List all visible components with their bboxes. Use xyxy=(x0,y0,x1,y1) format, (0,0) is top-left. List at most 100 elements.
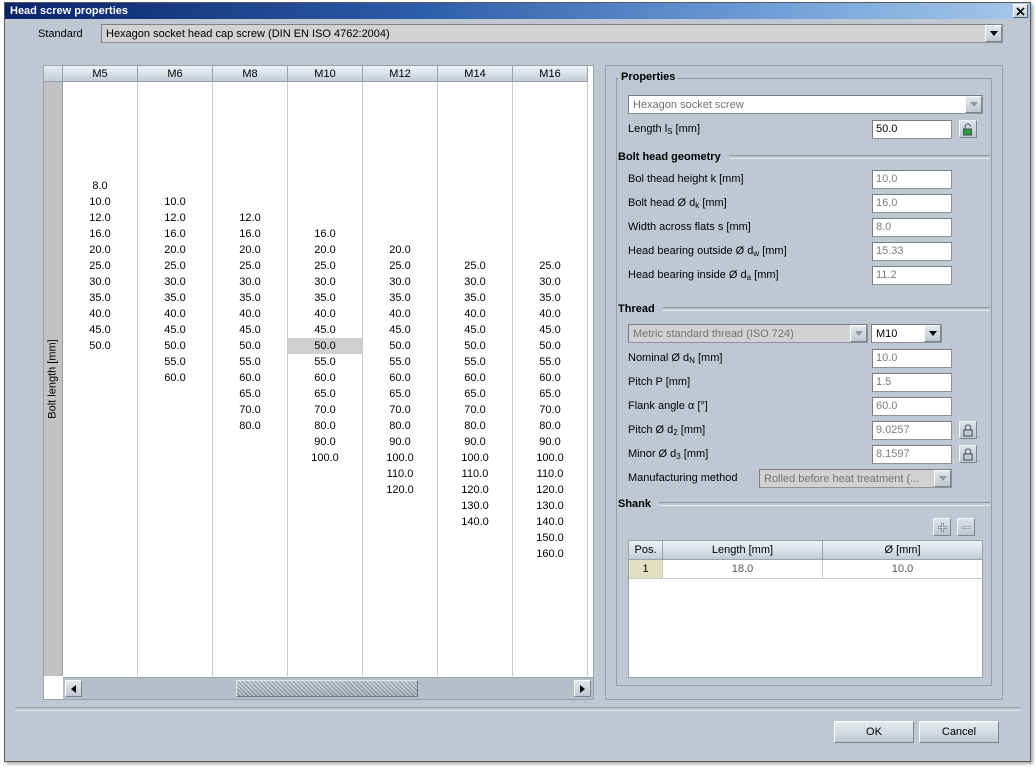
column-header-m5[interactable]: M5 xyxy=(63,66,138,82)
table-cell[interactable]: 140.0 xyxy=(513,514,587,530)
table-cell[interactable]: 70.0 xyxy=(213,402,287,418)
table-cell[interactable]: 35.0 xyxy=(213,290,287,306)
chevron-down-icon[interactable] xyxy=(985,25,1002,42)
table-cell[interactable]: 20.0 xyxy=(288,242,362,258)
chevron-down-icon[interactable] xyxy=(850,325,867,342)
table-cell[interactable]: 80.0 xyxy=(288,418,362,434)
table-cell[interactable]: 35.0 xyxy=(288,290,362,306)
table-cell[interactable]: 20.0 xyxy=(138,242,212,258)
shank-cell[interactable]: 10.0 xyxy=(823,560,983,579)
manufacturing-method-select[interactable]: Rolled before heat treatment (... xyxy=(759,469,952,488)
table-cell[interactable]: 20.0 xyxy=(63,242,137,258)
table-cell[interactable]: 45.0 xyxy=(363,322,437,338)
table-cell[interactable]: 25.0 xyxy=(363,258,437,274)
table-cell[interactable]: 60.0 xyxy=(438,370,512,386)
table-cell[interactable]: 60.0 xyxy=(288,370,362,386)
table-cell[interactable]: 50.0 xyxy=(288,338,362,354)
shank-cell[interactable]: 18.0 xyxy=(663,560,823,579)
thread-size-select[interactable]: M10 xyxy=(871,324,942,343)
table-cell[interactable]: 50.0 xyxy=(63,338,137,354)
column-header-m14[interactable]: M14 xyxy=(438,66,513,82)
table-cell[interactable]: 150.0 xyxy=(513,530,587,546)
table-cell[interactable]: 90.0 xyxy=(363,434,437,450)
table-cell[interactable]: 70.0 xyxy=(288,402,362,418)
shank-column-header[interactable]: Ø [mm] xyxy=(823,541,983,560)
unlocked-padlock-icon[interactable] xyxy=(959,120,977,138)
table-cell[interactable]: 120.0 xyxy=(438,482,512,498)
table-cell[interactable]: 30.0 xyxy=(213,274,287,290)
table-cell[interactable]: 16.0 xyxy=(288,226,362,242)
table-cell[interactable]: 12.0 xyxy=(138,210,212,226)
table-cell[interactable]: 8.0 xyxy=(63,178,137,194)
table-cell[interactable]: 70.0 xyxy=(513,402,587,418)
table-cell[interactable]: 100.0 xyxy=(288,450,362,466)
shank-row-position[interactable]: 1 xyxy=(629,560,663,579)
column-header-m16[interactable]: M16 xyxy=(513,66,588,82)
remove-shank-row-button[interactable] xyxy=(957,518,975,536)
table-cell[interactable]: 25.0 xyxy=(513,258,587,274)
table-cell[interactable]: 10.0 xyxy=(63,194,137,210)
horizontal-scrollbar[interactable] xyxy=(63,677,593,699)
table-cell[interactable]: 40.0 xyxy=(138,306,212,322)
column-header-m8[interactable]: M8 xyxy=(213,66,288,82)
column-header-m12[interactable]: M12 xyxy=(363,66,438,82)
table-cell[interactable]: 90.0 xyxy=(438,434,512,450)
table-cell[interactable]: 40.0 xyxy=(513,306,587,322)
table-cell[interactable]: 80.0 xyxy=(513,418,587,434)
table-cell[interactable]: 50.0 xyxy=(363,338,437,354)
table-cell[interactable]: 130.0 xyxy=(438,498,512,514)
column-header-m6[interactable]: M6 xyxy=(138,66,213,82)
table-cell[interactable]: 55.0 xyxy=(213,354,287,370)
table-cell[interactable]: 50.0 xyxy=(438,338,512,354)
table-cell[interactable]: 60.0 xyxy=(363,370,437,386)
table-cell[interactable]: 25.0 xyxy=(213,258,287,274)
scroll-left-icon[interactable] xyxy=(65,680,82,697)
table-cell[interactable]: 120.0 xyxy=(513,482,587,498)
table-cell[interactable]: 100.0 xyxy=(513,450,587,466)
table-cell[interactable]: 70.0 xyxy=(363,402,437,418)
table-cell[interactable]: 16.0 xyxy=(138,226,212,242)
table-cell[interactable]: 35.0 xyxy=(513,290,587,306)
table-cell[interactable]: 100.0 xyxy=(438,450,512,466)
table-cell[interactable]: 90.0 xyxy=(288,434,362,450)
table-cell[interactable]: 55.0 xyxy=(513,354,587,370)
close-icon[interactable] xyxy=(1013,4,1028,18)
table-cell[interactable]: 20.0 xyxy=(363,242,437,258)
table-cell[interactable]: 160.0 xyxy=(513,546,587,562)
table-cell[interactable]: 50.0 xyxy=(513,338,587,354)
scroll-right-icon[interactable] xyxy=(574,680,591,697)
table-cell[interactable]: 40.0 xyxy=(363,306,437,322)
table-cell[interactable]: 55.0 xyxy=(138,354,212,370)
scrollbar-thumb[interactable] xyxy=(236,680,418,697)
shank-table-body[interactable]: 118.010.0 xyxy=(629,560,982,579)
table-cell[interactable]: 70.0 xyxy=(438,402,512,418)
table-cell[interactable]: 130.0 xyxy=(513,498,587,514)
table-cell[interactable]: 35.0 xyxy=(438,290,512,306)
table-cell[interactable]: 30.0 xyxy=(138,274,212,290)
chevron-down-icon[interactable] xyxy=(934,470,951,487)
table-cell[interactable]: 140.0 xyxy=(438,514,512,530)
table-cell[interactable]: 80.0 xyxy=(213,418,287,434)
table-cell[interactable]: 30.0 xyxy=(288,274,362,290)
table-cell[interactable]: 30.0 xyxy=(63,274,137,290)
table-cell[interactable]: 60.0 xyxy=(513,370,587,386)
length-input[interactable]: 50.0 xyxy=(872,120,952,139)
table-cell[interactable]: 50.0 xyxy=(138,338,212,354)
table-cell[interactable]: 120.0 xyxy=(363,482,437,498)
add-shank-row-button[interactable] xyxy=(933,518,951,536)
table-cell[interactable]: 110.0 xyxy=(438,466,512,482)
thread-standard-select[interactable]: Metric standard thread (ISO 724) xyxy=(628,324,868,343)
table-cell[interactable]: 110.0 xyxy=(513,466,587,482)
chevron-down-icon[interactable] xyxy=(965,96,982,113)
table-cell[interactable]: 25.0 xyxy=(63,258,137,274)
table-cell[interactable]: 80.0 xyxy=(438,418,512,434)
table-cell[interactable]: 60.0 xyxy=(213,370,287,386)
locked-padlock-icon[interactable] xyxy=(959,445,977,463)
table-cell[interactable]: 25.0 xyxy=(438,258,512,274)
locked-padlock-icon[interactable] xyxy=(959,421,977,439)
table-row[interactable]: 118.010.0 xyxy=(629,560,982,579)
table-cell[interactable]: 12.0 xyxy=(213,210,287,226)
table-cell[interactable]: 55.0 xyxy=(363,354,437,370)
table-cell[interactable]: 65.0 xyxy=(213,386,287,402)
table-cell[interactable]: 45.0 xyxy=(438,322,512,338)
